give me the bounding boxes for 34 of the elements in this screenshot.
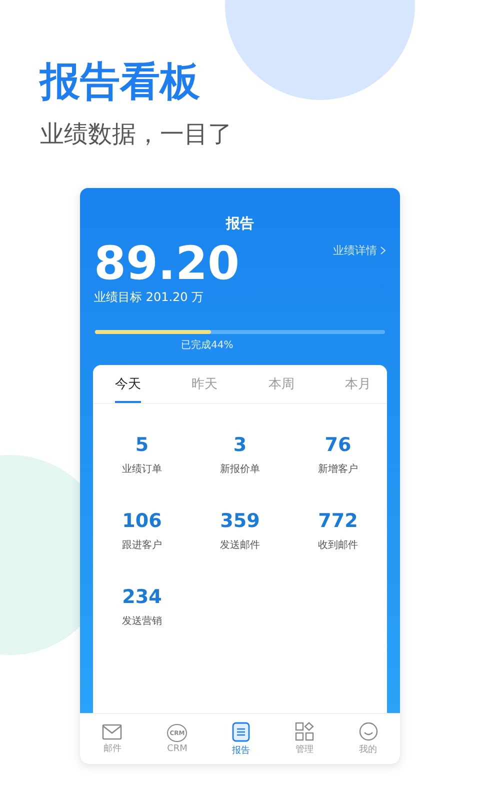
nav-item[interactable]: 我的 [358,722,378,756]
nav-item[interactable]: 管理 [294,722,314,756]
stat-value: 5 [135,434,149,456]
stat-value: 3 [233,434,247,456]
period-tab[interactable]: 今天 [115,365,141,403]
headline: 报告看板 [40,58,200,106]
period-tab[interactable]: 昨天 [192,365,218,403]
document-icon [232,722,250,742]
grid-icon [294,722,314,741]
stat-value: 359 [220,510,260,532]
stat-label: 新报价单 [220,462,260,476]
nav-item[interactable]: 报告 [232,722,250,756]
stat-label: 发送营销 [122,614,162,628]
smiley-icon [358,722,378,741]
stat-label: 新增客户 [318,462,358,476]
stat-value: 76 [324,434,352,456]
nav-item[interactable]: 邮件 [102,724,122,754]
progress-label: 已完成44% [181,338,234,352]
period-tab[interactable]: 本月 [344,365,371,403]
stat-label: 发送邮件 [220,538,260,552]
amount-value: 89.20 [94,237,240,289]
stat-label: 收到邮件 [318,538,358,552]
stat-value: 234 [122,586,162,608]
stat-value: 772 [318,510,358,532]
stat-value: 106 [122,510,162,532]
stat-label: 跟进客户 [122,538,162,552]
details-link[interactable]: 业绩详情 [333,243,386,258]
target-label: 业绩目标 201.20 万 [94,289,204,306]
subtitle: 业绩数据，一目了 [40,119,232,150]
chevron-right-icon [380,246,386,255]
period-tab[interactable]: 本周 [268,365,294,403]
screen-title: 报告 [226,215,254,233]
stat-label: 业绩订单 [122,462,162,476]
mail-icon [102,724,122,740]
